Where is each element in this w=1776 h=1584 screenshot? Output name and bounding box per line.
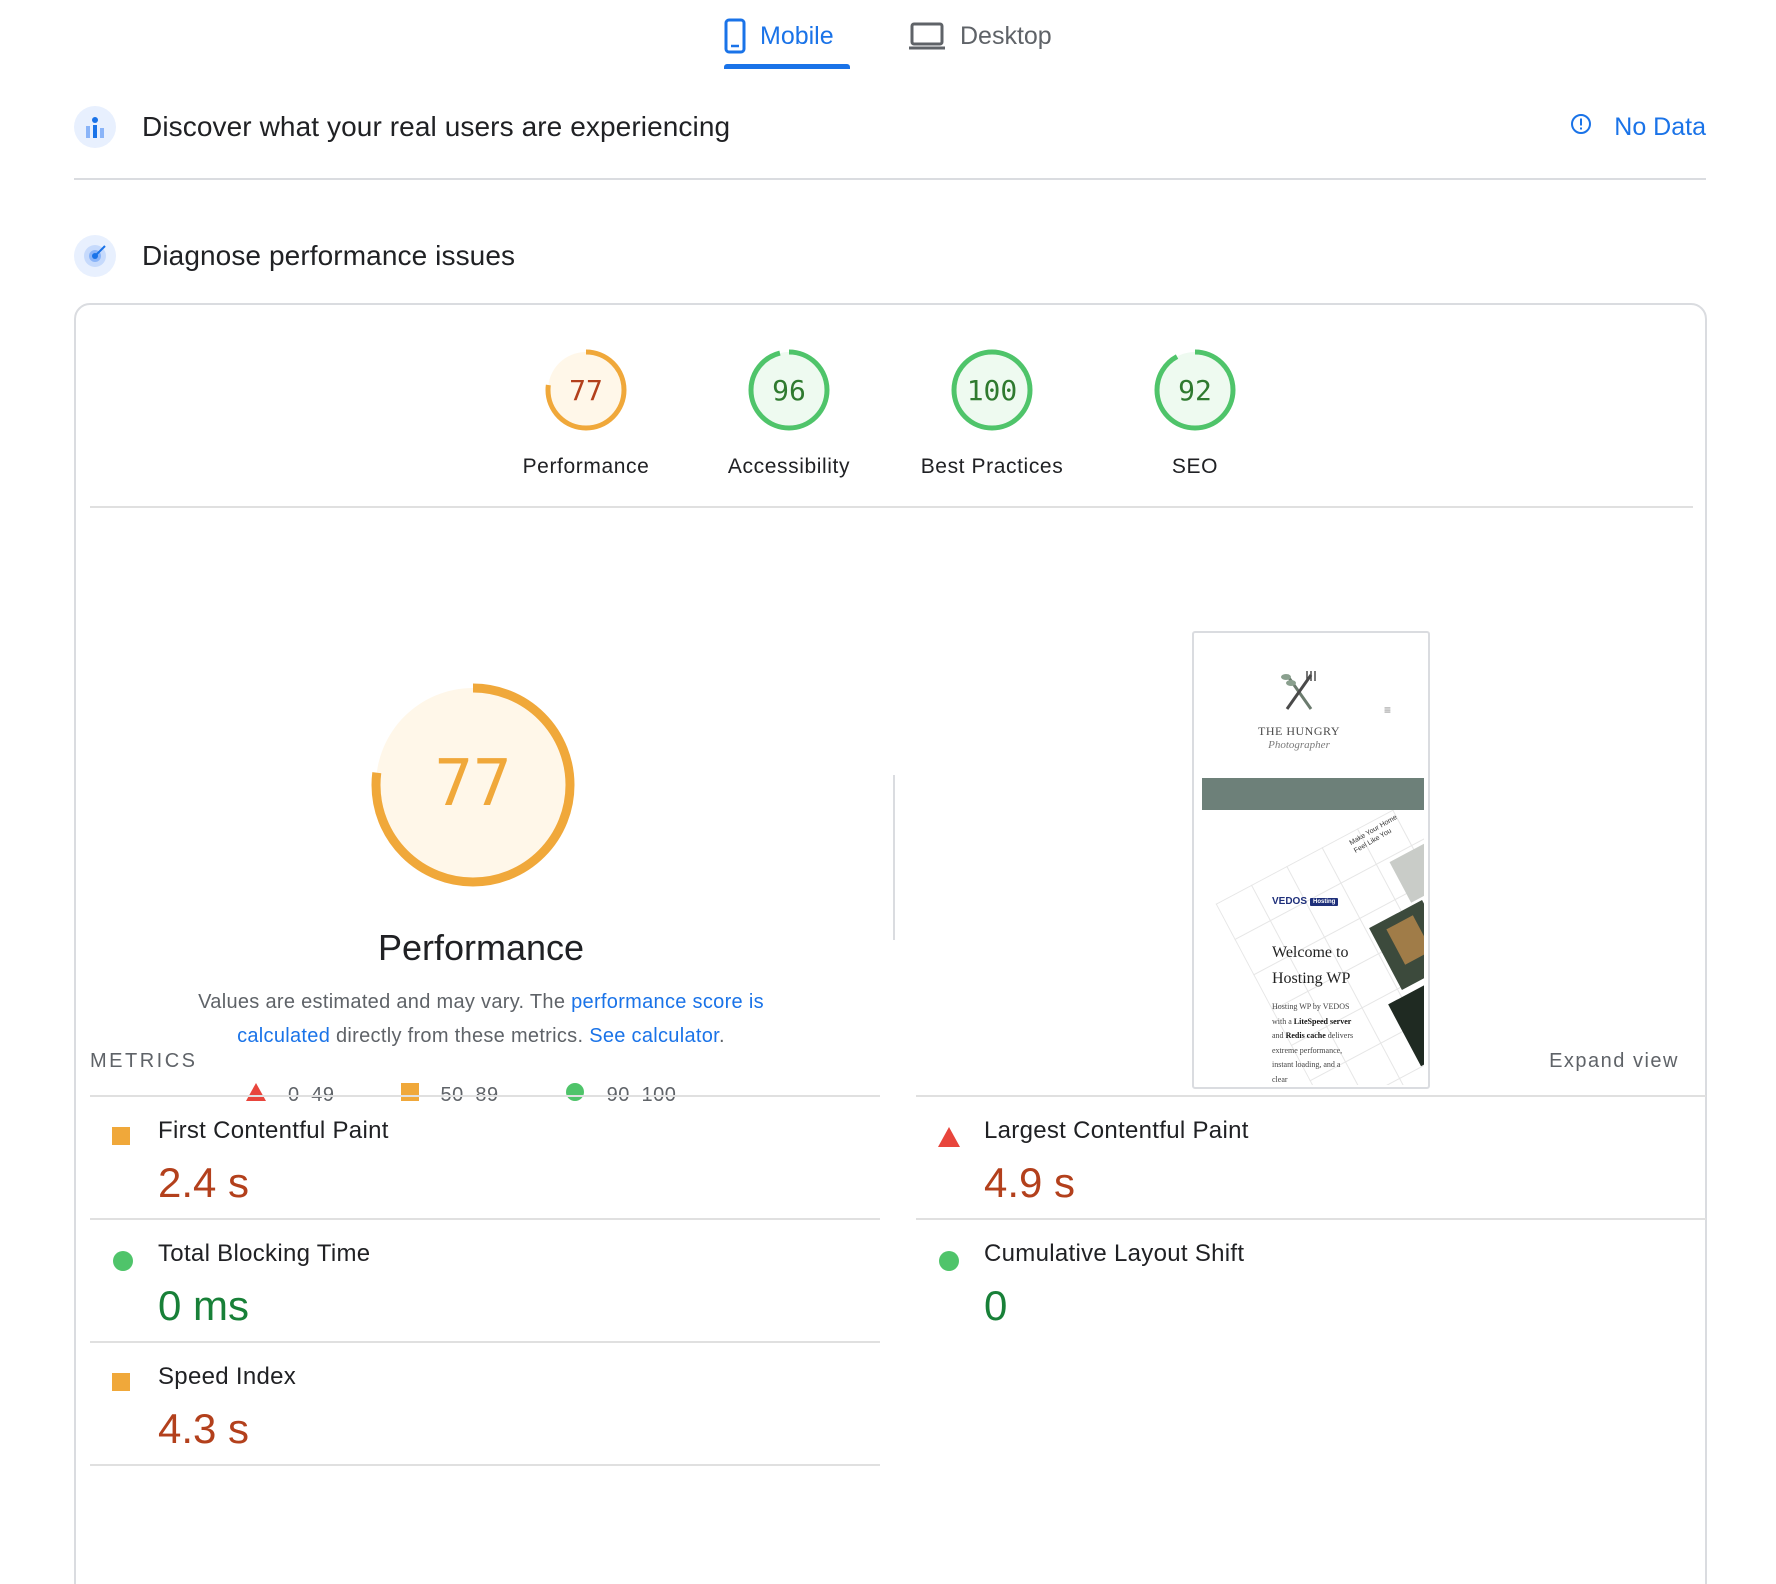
tab-mobile-label: Mobile bbox=[760, 21, 834, 50]
device-tabs: Mobile Desktop bbox=[0, 0, 1776, 72]
brand-line-2: Photographer bbox=[1268, 739, 1330, 751]
hero-section: Make Your Home Feel Like You VEDOS Hosti… bbox=[1202, 810, 1424, 1085]
nav-band bbox=[1202, 778, 1424, 810]
brand-line-1: THE HUNGRY bbox=[1258, 724, 1340, 738]
gauge-label: Best Practices bbox=[920, 455, 1064, 478]
gauge-score: 96 bbox=[772, 374, 806, 407]
triangle-icon bbox=[938, 1127, 960, 1152]
desc-middle: directly from these metrics. bbox=[330, 1025, 590, 1047]
metric-name: Speed Index bbox=[158, 1363, 297, 1390]
performance-score: 77 bbox=[434, 747, 511, 821]
see-calculator-link[interactable]: See calculator bbox=[589, 1025, 719, 1047]
expand-view-button[interactable]: Expand view bbox=[1549, 1050, 1679, 1073]
desc-suffix: . bbox=[719, 1025, 725, 1047]
metric-lcp: Largest Contentful Paint 4.9 s bbox=[916, 1095, 1706, 1219]
gauge-ring: 92 bbox=[1154, 349, 1236, 431]
hero-text-bold-2: Redis cache bbox=[1285, 1031, 1326, 1040]
metric-cls: Cumulative Layout Shift 0 bbox=[916, 1218, 1706, 1342]
no-data-link[interactable]: No Data bbox=[1570, 113, 1706, 142]
gauge-seo[interactable]: 92 SEO bbox=[1105, 345, 1285, 479]
performance-title: Performance bbox=[377, 927, 585, 968]
metrics-header: METRICS Expand view bbox=[90, 1050, 1693, 1080]
vertical-divider bbox=[893, 775, 895, 940]
metric-name: Largest Contentful Paint bbox=[984, 1117, 1249, 1144]
metric-value: 0 ms bbox=[158, 1282, 250, 1329]
square-icon bbox=[112, 1127, 130, 1150]
metric-value: 2.4 s bbox=[158, 1159, 250, 1206]
gauge-label: Performance bbox=[522, 455, 650, 478]
hero-text-bold-1: LiteSpeed server bbox=[1293, 1016, 1352, 1026]
square-icon bbox=[112, 1373, 130, 1396]
info-icon bbox=[1570, 113, 1592, 142]
gauge-ring: 96 bbox=[748, 349, 830, 431]
diagnose-icon bbox=[74, 235, 116, 277]
gauge-ring: 77 bbox=[545, 349, 627, 431]
report-card: 77 Performance 96 Accessibility 100 Best… bbox=[74, 303, 1707, 1584]
phone-icon bbox=[724, 18, 746, 54]
section-divider bbox=[74, 178, 1706, 180]
no-data-label: No Data bbox=[1614, 112, 1706, 141]
tab-mobile[interactable]: Mobile bbox=[724, 0, 834, 72]
hamburger-icon: ≡ bbox=[1384, 703, 1392, 717]
site-logo: THE HUNGRY Photographer bbox=[1194, 669, 1404, 751]
hero-title-line-2: Hosting WP bbox=[1272, 970, 1351, 987]
hero-title-line-1: Welcome to bbox=[1272, 944, 1349, 961]
metric-value: 4.9 s bbox=[984, 1159, 1076, 1206]
diagnose-header: Diagnose performance issues bbox=[74, 226, 1706, 286]
final-screenshot[interactable]: THE HUNGRY Photographer ≡ Make Your Home… bbox=[1192, 631, 1430, 1089]
performance-description: Values are estimated and may vary. The p… bbox=[166, 985, 796, 1053]
circle-icon bbox=[112, 1250, 134, 1277]
active-tab-indicator bbox=[724, 64, 850, 69]
real-users-title: Discover what your real users are experi… bbox=[142, 111, 731, 142]
score-gauges: 77 Performance 96 Accessibility 100 Best… bbox=[76, 345, 1705, 478]
utensils-logo-icon bbox=[1281, 671, 1316, 710]
metric-name: Total Blocking Time bbox=[158, 1240, 371, 1267]
gauge-performance[interactable]: 77 Performance bbox=[496, 345, 676, 479]
gauge-label: Accessibility bbox=[727, 455, 851, 478]
host-name: VEDOS bbox=[1272, 896, 1308, 907]
metric-value: 0 bbox=[984, 1282, 1008, 1329]
gauges-divider bbox=[90, 506, 1693, 508]
gauge-best-practices[interactable]: 100 Best Practices bbox=[902, 345, 1082, 479]
tab-desktop[interactable]: Desktop bbox=[908, 0, 1052, 72]
metric-name: First Contentful Paint bbox=[158, 1117, 389, 1144]
performance-big-gauge: 77 bbox=[363, 675, 593, 900]
gauge-score: 77 bbox=[569, 374, 603, 407]
metric-fcp: First Contentful Paint 2.4 s bbox=[90, 1095, 880, 1219]
gauge-score: 100 bbox=[967, 374, 1018, 407]
gauge-accessibility[interactable]: 96 Accessibility bbox=[699, 345, 879, 479]
metric-name: Cumulative Layout Shift bbox=[984, 1240, 1245, 1267]
hero-text-2: and bbox=[1272, 1031, 1286, 1040]
laptop-icon bbox=[908, 21, 946, 51]
real-users-header: Discover what your real users are experi… bbox=[74, 97, 1706, 157]
diagnose-title: Diagnose performance issues bbox=[142, 240, 516, 271]
gauge-score: 92 bbox=[1178, 374, 1212, 407]
hero-title: Welcome to Hosting WP bbox=[1272, 940, 1350, 992]
metric-tbt: Total Blocking Time 0 ms bbox=[90, 1218, 880, 1342]
host-tag: Hosting bbox=[1310, 897, 1339, 906]
metrics-label: METRICS bbox=[90, 1050, 198, 1072]
metrics-bottom-border bbox=[90, 1464, 880, 1466]
metric-speed-index: Speed Index 4.3 s bbox=[90, 1341, 880, 1465]
metric-value: 4.3 s bbox=[158, 1405, 250, 1452]
desc-prefix: Values are estimated and may vary. The bbox=[198, 991, 572, 1013]
tab-desktop-label: Desktop bbox=[960, 21, 1052, 50]
circle-icon bbox=[938, 1250, 960, 1277]
gauge-label: SEO bbox=[1171, 455, 1219, 478]
gauge-ring: 100 bbox=[951, 349, 1033, 431]
field-data-icon bbox=[74, 106, 116, 148]
host-logo: VEDOS Hosting bbox=[1272, 896, 1339, 907]
